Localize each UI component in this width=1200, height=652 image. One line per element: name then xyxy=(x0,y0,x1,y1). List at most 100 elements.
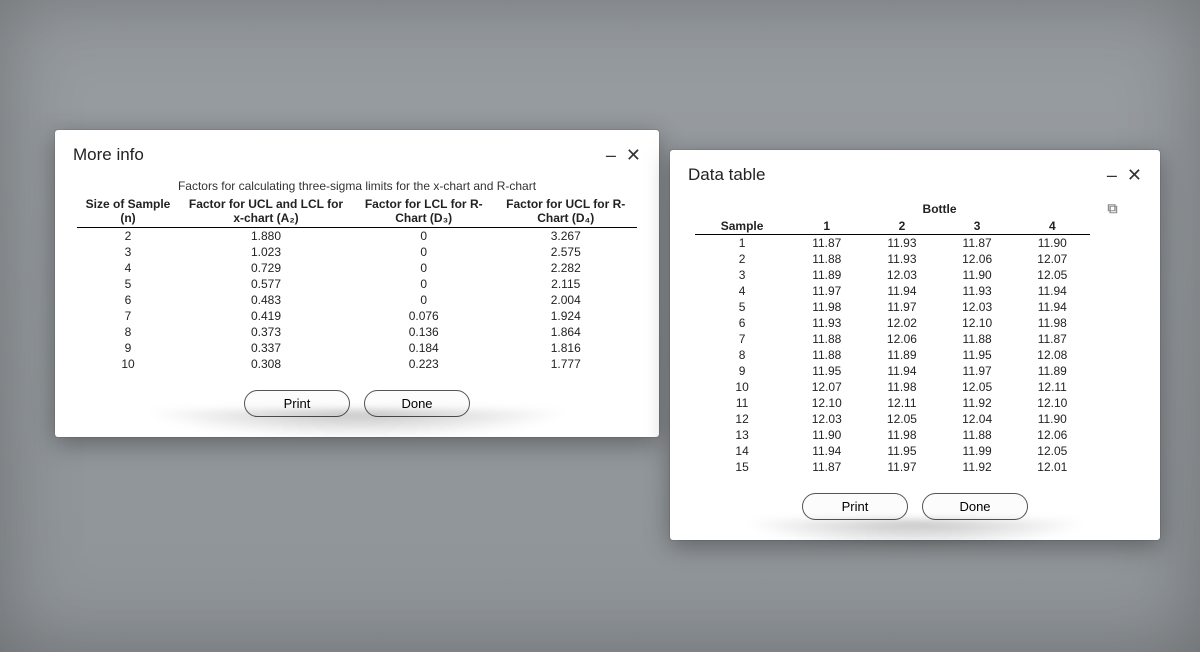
cell-n: 7 xyxy=(77,308,179,324)
cell-b2: 12.11 xyxy=(864,395,939,411)
cell-b1: 12.10 xyxy=(789,395,864,411)
cell-d3: 0.076 xyxy=(353,308,495,324)
done-button[interactable]: Done xyxy=(364,390,470,417)
cell-b4: 11.89 xyxy=(1015,363,1090,379)
minimize-icon[interactable]: – xyxy=(1107,166,1117,184)
cell-b1: 11.90 xyxy=(789,427,864,443)
col-b1: 1 xyxy=(789,218,864,235)
cell-b1: 11.97 xyxy=(789,283,864,299)
cell-n: 8 xyxy=(77,324,179,340)
cell-b4: 12.10 xyxy=(1015,395,1090,411)
table-row: 1511.8711.9711.9212.01 xyxy=(695,459,1135,475)
cell-b3: 11.92 xyxy=(940,395,1015,411)
cell-b1: 11.94 xyxy=(789,443,864,459)
table-row: 31.02302.575 xyxy=(77,244,637,260)
table-row: 311.8912.0311.9012.05 xyxy=(695,267,1135,283)
cell-a2: 0.337 xyxy=(179,340,353,356)
copy-icon[interactable]: ⧉ xyxy=(1107,200,1117,216)
cell-b2: 11.95 xyxy=(864,443,939,459)
cell-s: 1 xyxy=(695,235,789,252)
table-row: 40.72902.282 xyxy=(77,260,637,276)
cell-b1: 11.89 xyxy=(789,267,864,283)
col-a2: Factor for UCL and LCL for x-chart (A₂) xyxy=(179,195,353,228)
cell-n: 5 xyxy=(77,276,179,292)
table-row: 80.3730.1361.864 xyxy=(77,324,637,340)
cell-a2: 0.419 xyxy=(179,308,353,324)
print-button[interactable]: Print xyxy=(244,390,350,417)
cell-b4: 11.94 xyxy=(1015,299,1090,315)
cell-s: 7 xyxy=(695,331,789,347)
cell-b1: 11.93 xyxy=(789,315,864,331)
cell-b4: 11.98 xyxy=(1015,315,1090,331)
table-row: 50.57702.115 xyxy=(77,276,637,292)
table-row: 1012.0711.9812.0512.11 xyxy=(695,379,1135,395)
cell-b2: 11.97 xyxy=(864,299,939,315)
table-row: 411.9711.9411.9311.94 xyxy=(695,283,1135,299)
bottle-table: Bottle ⧉ Sample 1 2 3 4 111.8711.9311.87… xyxy=(695,199,1135,475)
cell-a2: 1.023 xyxy=(179,244,353,260)
close-icon[interactable]: ✕ xyxy=(1127,166,1142,184)
cell-b3: 12.04 xyxy=(940,411,1015,427)
bottle-group-header: Bottle xyxy=(789,199,1090,218)
cell-n: 10 xyxy=(77,356,179,372)
more-info-modal: More info – ✕ Factors for calculating th… xyxy=(55,130,659,437)
cell-b2: 11.89 xyxy=(864,347,939,363)
cell-s: 3 xyxy=(695,267,789,283)
table-row: 70.4190.0761.924 xyxy=(77,308,637,324)
table-row: 1112.1012.1111.9212.10 xyxy=(695,395,1135,411)
cell-b4: 12.08 xyxy=(1015,347,1090,363)
table-row: 711.8812.0611.8811.87 xyxy=(695,331,1135,347)
cell-d4: 2.004 xyxy=(494,292,637,308)
cell-d3: 0.223 xyxy=(353,356,495,372)
table-row: 511.9811.9712.0311.94 xyxy=(695,299,1135,315)
cell-a2: 0.373 xyxy=(179,324,353,340)
cell-s: 5 xyxy=(695,299,789,315)
table-row: 811.8811.8911.9512.08 xyxy=(695,347,1135,363)
data-table-modal: Data table – ✕ Bottle ⧉ Sample 1 2 xyxy=(670,150,1160,540)
minimize-icon[interactable]: – xyxy=(606,146,616,164)
table-row: 111.8711.9311.8711.90 xyxy=(695,235,1135,252)
cell-a2: 0.577 xyxy=(179,276,353,292)
table-row: 60.48302.004 xyxy=(77,292,637,308)
cell-d3: 0 xyxy=(353,244,495,260)
col-b2: 2 xyxy=(864,218,939,235)
cell-b2: 11.98 xyxy=(864,427,939,443)
cell-d3: 0 xyxy=(353,292,495,308)
cell-b3: 11.97 xyxy=(940,363,1015,379)
cell-s: 14 xyxy=(695,443,789,459)
cell-b4: 12.07 xyxy=(1015,251,1090,267)
cell-b1: 11.88 xyxy=(789,331,864,347)
cell-b2: 11.94 xyxy=(864,363,939,379)
col-b4: 4 xyxy=(1015,218,1090,235)
close-icon[interactable]: ✕ xyxy=(626,146,641,164)
factors-table: Size of Sample (n) Factor for UCL and LC… xyxy=(77,195,637,372)
cell-b3: 12.06 xyxy=(940,251,1015,267)
cell-b1: 11.88 xyxy=(789,251,864,267)
col-n: Size of Sample (n) xyxy=(77,195,179,228)
cell-b3: 11.99 xyxy=(940,443,1015,459)
cell-b2: 11.93 xyxy=(864,251,939,267)
table-row: 90.3370.1841.816 xyxy=(77,340,637,356)
cell-b3: 11.95 xyxy=(940,347,1015,363)
table-row: 911.9511.9411.9711.89 xyxy=(695,363,1135,379)
modal-title: Data table xyxy=(688,165,766,185)
col-b3: 3 xyxy=(940,218,1015,235)
cell-d3: 0.136 xyxy=(353,324,495,340)
cell-n: 9 xyxy=(77,340,179,356)
col-d3: Factor for LCL for R-Chart (D₃) xyxy=(353,195,495,228)
col-sample: Sample xyxy=(695,218,789,235)
modal-header: More info – ✕ xyxy=(55,130,659,169)
cell-s: 4 xyxy=(695,283,789,299)
cell-b3: 12.03 xyxy=(940,299,1015,315)
cell-d4: 2.115 xyxy=(494,276,637,292)
cell-n: 4 xyxy=(77,260,179,276)
cell-d3: 0 xyxy=(353,260,495,276)
cell-b2: 12.02 xyxy=(864,315,939,331)
col-d4: Factor for UCL for R-Chart (D₄) xyxy=(494,195,637,228)
done-button[interactable]: Done xyxy=(922,493,1028,520)
print-button[interactable]: Print xyxy=(802,493,908,520)
cell-b4: 11.94 xyxy=(1015,283,1090,299)
cell-d4: 1.816 xyxy=(494,340,637,356)
cell-s: 2 xyxy=(695,251,789,267)
cell-b3: 11.88 xyxy=(940,331,1015,347)
